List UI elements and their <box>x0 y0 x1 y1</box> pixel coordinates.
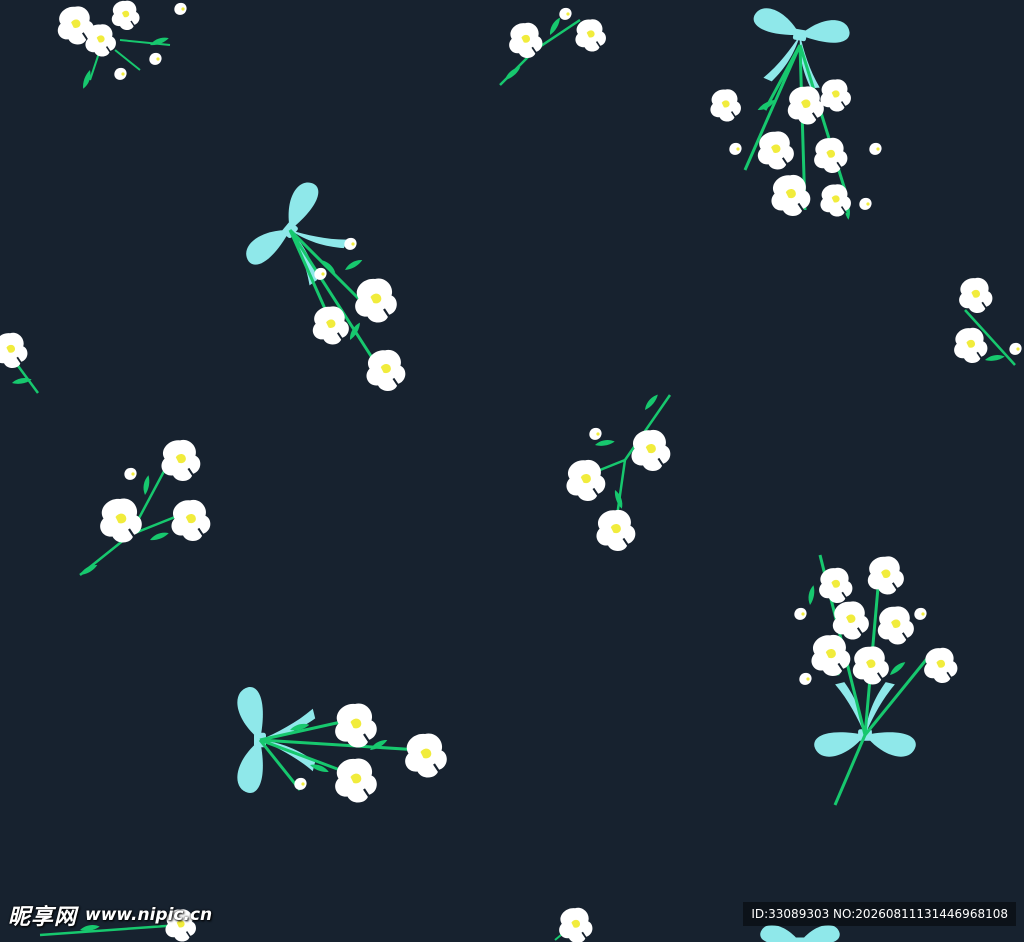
watermark-left: 昵享网 www.nipic.cn <box>8 900 212 930</box>
floral-pattern-canvas: 昵享网 www.nipic.cn ID:33089303 NO:20260811… <box>0 0 1024 942</box>
watermark-brand: 昵享网 <box>8 904 78 930</box>
background <box>0 0 1024 942</box>
watermark-id-text: ID:33089303 NO:20260811131446968108 <box>751 907 1008 921</box>
floral-pattern <box>0 0 1024 942</box>
watermark-id: ID:33089303 NO:20260811131446968108 <box>743 902 1016 926</box>
watermark-url: www.nipic.cn <box>85 905 213 925</box>
